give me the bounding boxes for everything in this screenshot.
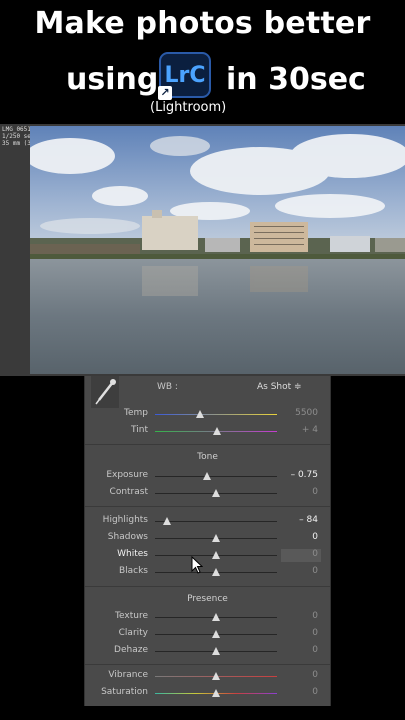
texture-label: Texture bbox=[115, 611, 148, 621]
dehaze-slider-row[interactable]: Dehaze 0 bbox=[85, 643, 330, 660]
saturation-label: Saturation bbox=[101, 687, 148, 697]
shadows-value[interactable]: 0 bbox=[312, 532, 318, 542]
blacks-label: Blacks bbox=[118, 566, 148, 576]
contrast-slider-row[interactable]: Contrast 0 bbox=[85, 485, 330, 502]
vibrance-thumb[interactable] bbox=[212, 672, 220, 680]
vibrance-slider-row[interactable]: Vibrance 0 bbox=[85, 668, 330, 685]
whites-slider-row[interactable]: Whites 0 bbox=[85, 547, 330, 564]
mouse-cursor-icon bbox=[191, 556, 203, 574]
divider bbox=[85, 444, 330, 445]
exposure-value[interactable]: – 0.75 bbox=[291, 470, 318, 480]
wb-label: WB : bbox=[157, 382, 178, 392]
wb-dropdown[interactable]: As Shot ≑ bbox=[257, 382, 302, 392]
highlights-track[interactable] bbox=[155, 521, 277, 522]
divider bbox=[85, 664, 330, 665]
photo-viewer: LMG_0651.NEF 1/250 sec at f / 4.0, ISO 1… bbox=[0, 124, 405, 376]
white-balance-eyedropper-icon[interactable] bbox=[91, 376, 119, 408]
exposure-thumb[interactable] bbox=[203, 472, 212, 480]
headline-using: using bbox=[66, 62, 159, 97]
saturation-thumb[interactable] bbox=[212, 689, 220, 697]
clarity-thumb[interactable] bbox=[212, 630, 220, 638]
shadows-thumb[interactable] bbox=[212, 534, 220, 542]
whites-value[interactable]: 0 bbox=[312, 549, 318, 559]
texture-value[interactable]: 0 bbox=[312, 611, 318, 621]
shadows-slider-row[interactable]: Shadows 0 bbox=[85, 530, 330, 547]
tone-heading: Tone bbox=[197, 452, 218, 462]
divider bbox=[85, 586, 330, 587]
contrast-value[interactable]: 0 bbox=[312, 487, 318, 497]
clarity-value[interactable]: 0 bbox=[312, 628, 318, 638]
texture-slider-row[interactable]: Texture 0 bbox=[85, 609, 330, 626]
tint-thumb[interactable] bbox=[213, 427, 222, 435]
temp-slider-row[interactable]: Temp 5500 bbox=[85, 406, 330, 423]
basic-panel: WB : As Shot ≑ Temp 5500 Tint + 4 Tone E… bbox=[84, 376, 331, 706]
highlights-thumb[interactable] bbox=[163, 517, 172, 525]
presence-heading: Presence bbox=[187, 594, 228, 604]
headline-line1: Make photos better bbox=[34, 6, 371, 41]
lake-photo[interactable] bbox=[30, 126, 405, 374]
divider bbox=[85, 506, 330, 507]
exposure-track[interactable] bbox=[155, 476, 277, 477]
clarity-label: Clarity bbox=[118, 628, 148, 638]
headline-suffix: in 30sec bbox=[226, 62, 366, 97]
temp-value[interactable]: 5500 bbox=[295, 408, 318, 418]
clarity-slider-row[interactable]: Clarity 0 bbox=[85, 626, 330, 643]
saturation-value[interactable]: 0 bbox=[312, 687, 318, 697]
vibrance-label: Vibrance bbox=[108, 670, 148, 680]
shortcut-arrow-icon: ↗ bbox=[158, 86, 172, 100]
temp-track[interactable] bbox=[155, 414, 277, 415]
whites-label: Whites bbox=[117, 549, 148, 559]
whites-thumb[interactable] bbox=[212, 551, 220, 559]
exposure-label: Exposure bbox=[106, 470, 148, 480]
app-name: (Lightroom) bbox=[150, 100, 227, 115]
temp-thumb[interactable] bbox=[196, 410, 205, 418]
vibrance-value[interactable]: 0 bbox=[312, 670, 318, 680]
texture-thumb[interactable] bbox=[212, 613, 220, 621]
contrast-thumb[interactable] bbox=[212, 489, 220, 497]
highlights-slider-row[interactable]: Highlights – 84 bbox=[85, 513, 330, 530]
tint-value[interactable]: + 4 bbox=[302, 425, 318, 435]
dehaze-value[interactable]: 0 bbox=[312, 645, 318, 655]
dehaze-thumb[interactable] bbox=[212, 647, 220, 655]
highlights-value[interactable]: – 84 bbox=[299, 515, 318, 525]
app-badge-text: LrC bbox=[164, 62, 206, 88]
dehaze-label: Dehaze bbox=[114, 645, 148, 655]
blacks-slider-row[interactable]: Blacks 0 bbox=[85, 564, 330, 581]
highlights-label: Highlights bbox=[102, 515, 148, 525]
shadows-label: Shadows bbox=[107, 532, 148, 542]
tint-slider-row[interactable]: Tint + 4 bbox=[85, 423, 330, 440]
saturation-slider-row[interactable]: Saturation 0 bbox=[85, 685, 330, 702]
exposure-slider-row[interactable]: Exposure – 0.75 bbox=[85, 468, 330, 485]
temp-label: Temp bbox=[124, 408, 148, 418]
blacks-value[interactable]: 0 bbox=[312, 566, 318, 576]
contrast-label: Contrast bbox=[109, 487, 148, 497]
blacks-thumb[interactable] bbox=[212, 568, 220, 576]
tint-label: Tint bbox=[131, 425, 148, 435]
